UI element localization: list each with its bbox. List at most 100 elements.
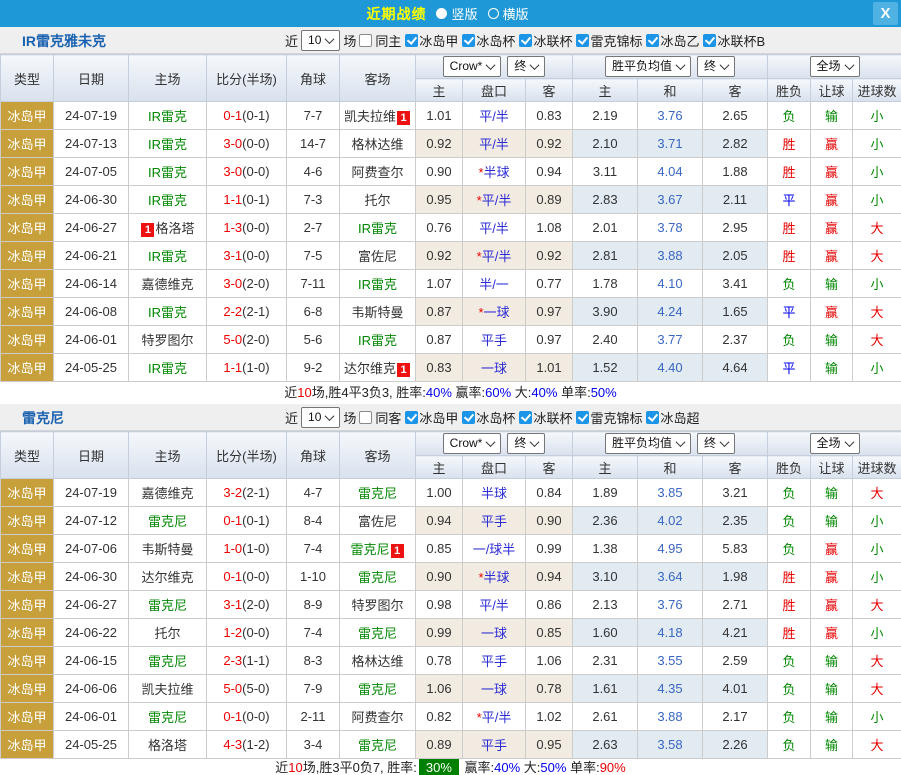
euro-home-odds: 2.19 <box>573 102 638 130</box>
vertical-view-radio[interactable] <box>436 8 447 19</box>
league-cell: 冰岛甲 <box>1 102 54 130</box>
corner-cell: 7-7 <box>287 102 340 130</box>
league-checkbox[interactable] <box>405 34 418 47</box>
home-team-name: 嘉德维克 <box>141 486 193 501</box>
home-team-cell: IR雷克 <box>129 130 207 158</box>
games-count-select[interactable]: 10 <box>301 407 340 428</box>
league-checkbox[interactable] <box>405 411 418 424</box>
euro-home-odds: 1.60 <box>573 619 638 647</box>
handicap-text: 平/半 <box>482 193 512 208</box>
asian-final-select[interactable]: 终 <box>507 56 545 77</box>
result-handicap-cell: 赢 <box>811 186 853 214</box>
full-scope-select[interactable]: 全场 <box>810 56 860 77</box>
away-team-cell: 凯夫拉维1 <box>340 102 416 130</box>
away-team-cell: 特罗图尔 <box>340 591 416 619</box>
away-team-cell: 雷克尼 <box>340 619 416 647</box>
halftime-score: (0-0) <box>242 220 269 235</box>
euro-away-odds: 4.01 <box>703 675 768 703</box>
asian-home-odds: 0.90 <box>416 563 463 591</box>
home-team-name: IR雷克 <box>148 361 187 376</box>
halftime-score: (0-1) <box>242 108 269 123</box>
league-label: 雷克锦标 <box>590 408 642 427</box>
home-team-name: IR雷克 <box>148 165 187 180</box>
asian-away-odds: 0.84 <box>526 479 573 507</box>
fulltime-score: 3-1 <box>223 597 242 612</box>
fulltime-score: 0-1 <box>223 513 242 528</box>
summary-stat-label: 大: <box>520 760 540 775</box>
asian-away-odds: 0.92 <box>526 242 573 270</box>
result-goals-cell: 小 <box>853 563 901 591</box>
full-scope-select[interactable]: 全场 <box>810 433 860 454</box>
filters: 近10场同主冰岛甲冰岛杯冰联杯雷克锦标冰岛乙冰联杯B <box>285 27 765 53</box>
euro-away-odds: 2.17 <box>703 703 768 731</box>
home-team-cell: 嘉德维克 <box>129 270 207 298</box>
halftime-score: (0-0) <box>242 625 269 640</box>
summary-stat-label: 赢率: <box>452 385 485 400</box>
home-team-name: 格洛塔 <box>155 221 194 236</box>
league-filter-item: 冰岛甲 <box>405 31 458 50</box>
column-header: 主场 <box>129 55 207 102</box>
euro-final-select[interactable]: 终 <box>697 433 735 454</box>
league-checkbox[interactable] <box>462 411 475 424</box>
league-filter-item: 冰岛乙 <box>646 31 699 50</box>
league-checkbox[interactable] <box>462 34 475 47</box>
halftime-score: (0-1) <box>242 192 269 207</box>
away-team-cell: IR雷克 <box>340 270 416 298</box>
result-wdl-cell: 负 <box>768 479 811 507</box>
euro-company-select[interactable]: 胜平负均值 <box>605 433 691 454</box>
league-checkbox[interactable] <box>703 34 716 47</box>
league-checkbox[interactable] <box>576 411 589 424</box>
date-cell: 24-06-30 <box>54 563 129 591</box>
league-cell: 冰岛甲 <box>1 647 54 675</box>
league-checkbox[interactable] <box>646 411 659 424</box>
date-cell: 24-06-08 <box>54 298 129 326</box>
score-cell: 5-0(2-0) <box>207 326 287 354</box>
asian-company-select[interactable]: Crow* <box>443 433 502 454</box>
corner-cell: 1-10 <box>287 563 340 591</box>
league-checkbox[interactable] <box>576 34 589 47</box>
halftime-score: (2-0) <box>242 276 269 291</box>
league-filter-item: 雷克锦标 <box>576 31 642 50</box>
close-icon[interactable]: X <box>873 2 898 25</box>
result-handicap-cell: 赢 <box>811 591 853 619</box>
league-checkbox[interactable] <box>646 34 659 47</box>
away-team-name: 格林达维 <box>351 654 403 669</box>
score-cell: 3-0(0-0) <box>207 130 287 158</box>
score-cell: 4-3(1-2) <box>207 731 287 759</box>
same-venue-checkbox[interactable] <box>359 34 372 47</box>
sub-column-header: 客 <box>703 456 768 479</box>
corner-cell: 3-4 <box>287 731 340 759</box>
column-header: 日期 <box>54 55 129 102</box>
asian-final-select[interactable]: 终 <box>507 433 545 454</box>
score-cell: 2-2(2-1) <box>207 298 287 326</box>
same-venue-checkbox[interactable] <box>359 411 372 424</box>
euro-company-select[interactable]: 胜平负均值 <box>605 56 691 77</box>
league-checkbox[interactable] <box>519 34 532 47</box>
halftime-score: (2-0) <box>242 597 269 612</box>
games-label: 场 <box>343 31 356 50</box>
sub-column-header: 和 <box>638 79 703 102</box>
chevron-down-icon <box>844 60 854 70</box>
away-team-name: 雷克尼 <box>358 570 397 585</box>
chevron-down-icon <box>325 34 335 44</box>
euro-draw-odds: 4.24 <box>638 298 703 326</box>
handicap-text: 平手 <box>481 654 507 669</box>
euro-home-odds: 2.36 <box>573 507 638 535</box>
league-checkbox[interactable] <box>519 411 532 424</box>
asian-company-select[interactable]: Crow* <box>443 56 502 77</box>
home-team-name: 雷克尼 <box>148 654 187 669</box>
result-goals-cell: 小 <box>853 270 901 298</box>
euro-away-odds: 4.64 <box>703 354 768 382</box>
horizontal-view-radio[interactable] <box>488 8 499 19</box>
column-header: 角球 <box>287 432 340 479</box>
corner-cell: 9-2 <box>287 354 340 382</box>
result-wdl-cell: 负 <box>768 675 811 703</box>
euro-draw-odds: 3.88 <box>638 242 703 270</box>
euro-final-select[interactable]: 终 <box>697 56 735 77</box>
result-handicap-cell: 赢 <box>811 130 853 158</box>
games-count-select[interactable]: 10 <box>301 30 340 51</box>
asian-home-odds: 0.95 <box>416 186 463 214</box>
euro-draw-odds: 3.76 <box>638 591 703 619</box>
euro-away-odds: 2.35 <box>703 507 768 535</box>
league-cell: 冰岛甲 <box>1 675 54 703</box>
